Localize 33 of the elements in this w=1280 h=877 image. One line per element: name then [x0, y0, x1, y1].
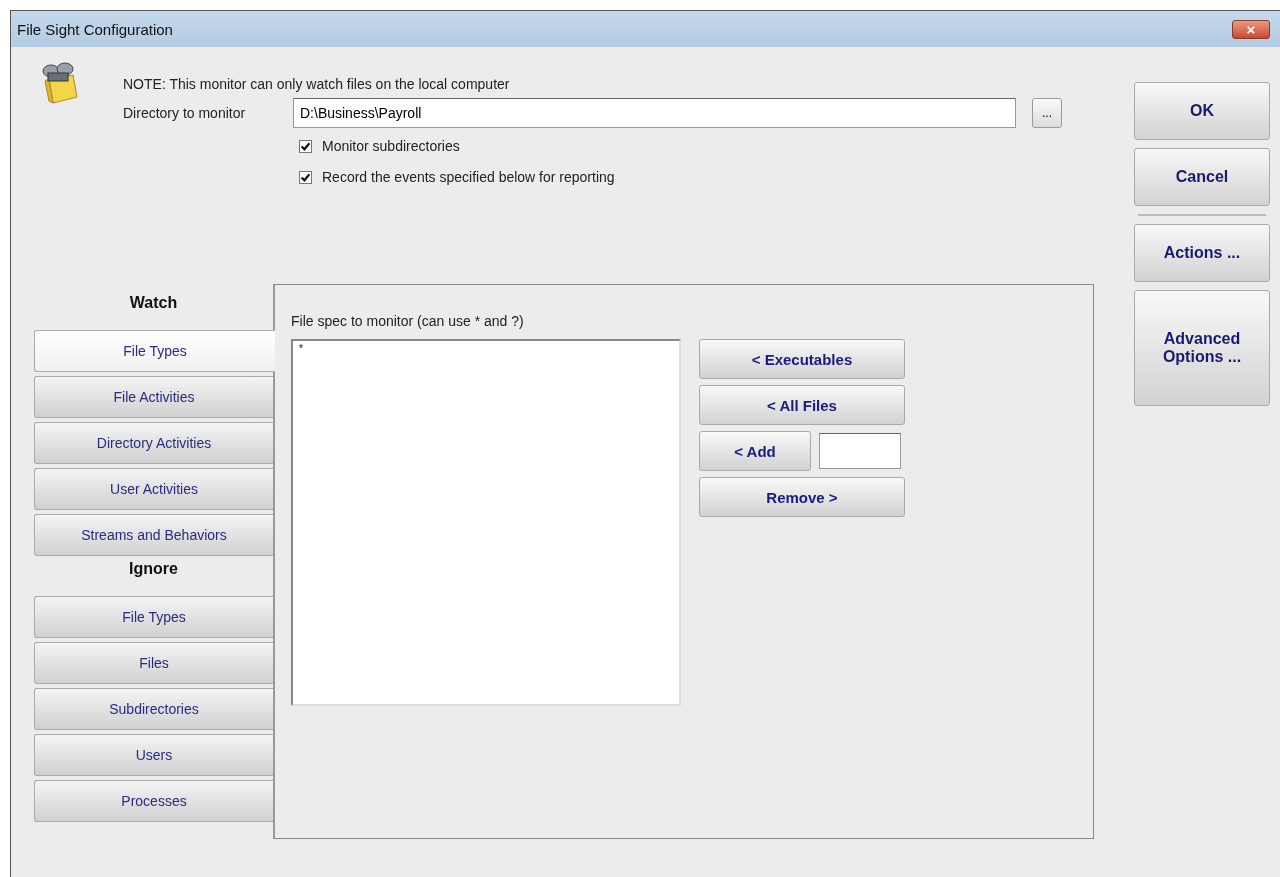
side-tab[interactable]: User Activities	[34, 468, 273, 510]
dialog-button[interactable]: OK	[1134, 82, 1270, 140]
side-tab[interactable]: Directory Activities	[34, 422, 273, 464]
add-field[interactable]	[819, 433, 901, 469]
side-tab[interactable]: Subdirectories	[34, 688, 273, 730]
section-heading: Watch	[128, 294, 179, 313]
directory-field[interactable]: D:\Business\Payroll	[293, 98, 1016, 128]
section-heading: Ignore	[128, 560, 179, 579]
side-tab[interactable]: Users	[34, 734, 273, 776]
list-action-button[interactable]: < Add	[699, 431, 811, 471]
list-action-button[interactable]: < All Files	[699, 385, 905, 425]
list-action-button[interactable]: Remove >	[699, 477, 905, 517]
browse-button[interactable]: ...	[1032, 98, 1062, 128]
dialog-button[interactable]: Actions ...	[1134, 224, 1270, 282]
note-text: NOTE: This monitor can only watch files on the local computer	[123, 76, 511, 92]
list-action-button[interactable]: < Executables	[699, 339, 905, 379]
field-label: Directory to monitor	[123, 105, 247, 121]
checkbox[interactable]	[299, 139, 312, 153]
side-tab[interactable]: Streams and Behaviors	[34, 514, 273, 556]
checkbox-label: Record the events specified below for reporting	[322, 169, 615, 185]
side-tab[interactable]: File Types	[34, 330, 275, 372]
field-label: File spec to monitor (can use * and ?)	[291, 313, 525, 329]
checkbox-label: Monitor subdirectories	[322, 138, 460, 154]
side-tab[interactable]: File Activities	[34, 376, 273, 418]
window-title: File Sight Configuration	[17, 20, 173, 38]
list-item[interactable]: *	[299, 343, 303, 354]
side-tab[interactable]: Processes	[34, 780, 273, 822]
checkbox[interactable]	[299, 170, 312, 184]
dialog-button[interactable]: Advanced Options ...	[1134, 290, 1270, 406]
side-tab[interactable]: File Types	[34, 596, 273, 638]
file-spec-list[interactable]: *	[291, 339, 681, 706]
dialog-button[interactable]: Cancel	[1134, 148, 1270, 206]
side-tab[interactable]: Files	[34, 642, 273, 684]
